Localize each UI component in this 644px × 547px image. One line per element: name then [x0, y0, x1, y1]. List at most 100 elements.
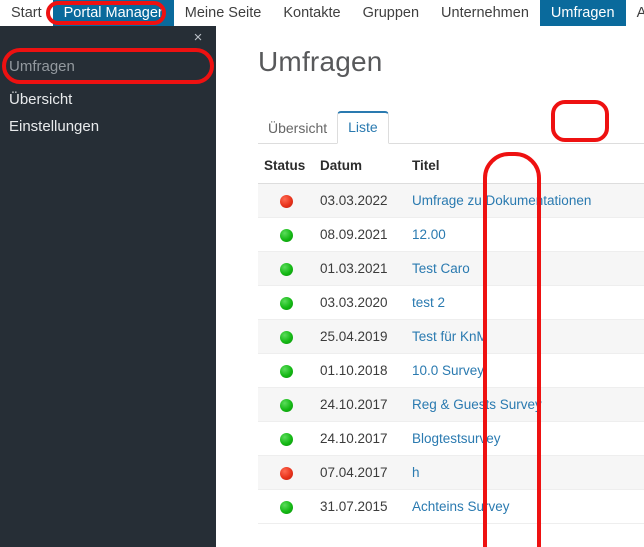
nav-item-gruppen[interactable]: Gruppen — [352, 0, 430, 26]
survey-table-wrapper: Status Datum Titel 03.03.2022 Umfrage zu … — [258, 154, 644, 524]
cell-status — [258, 353, 314, 388]
app-root: Start Portal Manager Meine Seite Kontakt… — [0, 0, 644, 547]
cell-titel: 12.00 — [406, 217, 644, 252]
table-row[interactable]: 03.03.2022 Umfrage zu Dokumentationen — [258, 183, 644, 218]
cell-titel: Reg & Guests Survey — [406, 387, 644, 422]
cell-status — [258, 183, 314, 218]
nav-item-label: Apps — [636, 5, 644, 21]
survey-title-link[interactable]: Blogtestsurvey — [412, 431, 501, 446]
tab-uebersicht[interactable]: Übersicht — [258, 113, 337, 144]
cell-datum: 08.09.2021 — [314, 217, 406, 252]
cell-status — [258, 217, 314, 252]
sidebar-menu: Übersicht Einstellungen — [0, 86, 216, 140]
cell-datum: 24.10.2017 — [314, 387, 406, 422]
table-row[interactable]: 07.04.2017 h — [258, 455, 644, 490]
status-dot-red-icon — [279, 466, 293, 480]
page-title: Umfragen — [258, 46, 383, 77]
status-dot-green-icon — [279, 364, 293, 378]
nav-item-label: Gruppen — [362, 5, 420, 21]
survey-title-link[interactable]: Test Caro — [412, 261, 470, 276]
cell-datum: 03.03.2020 — [314, 285, 406, 320]
cell-status — [258, 387, 314, 422]
column-header-status[interactable]: Status — [258, 154, 314, 184]
cell-datum: 03.03.2022 — [314, 183, 406, 218]
nav-item-label: Meine Seite — [184, 5, 262, 21]
table-header-row: Status Datum Titel — [258, 154, 644, 184]
status-dot-red-icon — [279, 194, 293, 208]
status-dot-green-icon — [279, 432, 293, 446]
nav-item-unternehmen[interactable]: Unternehmen — [430, 0, 540, 26]
table-row[interactable]: 24.10.2017 Reg & Guests Survey — [258, 387, 644, 422]
table-row[interactable]: 01.10.2018 10.0 Survey — [258, 353, 644, 388]
survey-title-link[interactable]: Umfrage zu Dokumentationen — [412, 193, 591, 208]
tab-bar: Übersicht Liste — [258, 110, 644, 144]
table-row[interactable]: 01.03.2021 Test Caro — [258, 251, 644, 286]
cell-status — [258, 251, 314, 286]
table-row[interactable]: 24.10.2017 Blogtestsurvey — [258, 421, 644, 456]
tab-liste[interactable]: Liste — [337, 111, 389, 144]
cell-titel: Test für KnM — [406, 319, 644, 354]
cell-datum: 07.04.2017 — [314, 455, 406, 490]
cell-status — [258, 455, 314, 490]
table-row[interactable]: 25.04.2019 Test für KnM — [258, 319, 644, 354]
cell-datum: 25.04.2019 — [314, 319, 406, 354]
nav-item-label: Start — [11, 5, 42, 21]
survey-title-link[interactable]: 12.00 — [412, 227, 446, 242]
cell-status — [258, 489, 314, 524]
nav-item-label: Umfragen — [550, 5, 615, 21]
cell-datum: 31.07.2015 — [314, 489, 406, 524]
sidebar-item-einstellungen[interactable]: Einstellungen — [0, 113, 216, 140]
column-header-titel[interactable]: Titel — [406, 154, 644, 184]
top-navigation-bar: Start Portal Manager Meine Seite Kontakt… — [0, 0, 644, 26]
sidebar-item-label: Einstellungen — [9, 118, 100, 135]
nav-item-kontakte[interactable]: Kontakte — [272, 0, 351, 26]
cell-titel: 10.0 Survey — [406, 353, 644, 388]
table-row[interactable]: 03.03.2020 test 2 — [258, 285, 644, 320]
cell-datum: 01.10.2018 — [314, 353, 406, 388]
nav-item-start[interactable]: Start — [0, 0, 53, 26]
cell-titel: h — [406, 455, 644, 490]
cell-titel: Achteins Survey — [406, 489, 644, 524]
cell-titel: Test Caro — [406, 251, 644, 286]
status-dot-green-icon — [279, 228, 293, 242]
table-body: 03.03.2022 Umfrage zu Dokumentationen 08.0… — [258, 183, 644, 524]
survey-title-link[interactable]: Reg & Guests Survey — [412, 397, 542, 412]
sidebar-panel: × Umfragen Übersicht Einstellungen — [0, 26, 216, 547]
status-dot-green-icon — [279, 330, 293, 344]
status-dot-green-icon — [279, 500, 293, 514]
status-dot-green-icon — [279, 262, 293, 276]
cell-titel: Umfrage zu Dokumentationen — [406, 183, 644, 218]
nav-item-label: Kontakte — [283, 5, 341, 21]
status-dot-green-icon — [279, 296, 293, 310]
tab-label: Übersicht — [268, 120, 328, 136]
close-icon[interactable]: × — [190, 30, 206, 46]
cell-titel: Blogtestsurvey — [406, 421, 644, 456]
cell-status — [258, 285, 314, 320]
cell-titel: test 2 — [406, 285, 644, 320]
cell-status — [258, 421, 314, 456]
nav-item-meine-seite[interactable]: Meine Seite — [174, 0, 273, 26]
nav-item-portal-manager[interactable]: Portal Manager — [52, 0, 174, 26]
cell-datum: 01.03.2021 — [314, 251, 406, 286]
survey-title-link[interactable]: test 2 — [412, 295, 445, 310]
table-row[interactable]: 08.09.2021 12.00 — [258, 217, 644, 252]
nav-item-umfragen[interactable]: Umfragen — [539, 0, 626, 26]
nav-item-apps[interactable]: Apps — [626, 0, 644, 26]
sidebar-heading: Umfragen — [9, 58, 75, 75]
main-content: Umfragen Übersicht Liste Status Datum Ti… — [216, 26, 644, 547]
survey-title-link[interactable]: h — [412, 465, 420, 480]
table-row[interactable]: 31.07.2015 Achteins Survey — [258, 489, 644, 524]
table-head: Status Datum Titel — [258, 154, 644, 184]
survey-table: Status Datum Titel 03.03.2022 Umfrage zu … — [258, 154, 644, 524]
cell-datum: 24.10.2017 — [314, 421, 406, 456]
survey-title-link[interactable]: Achteins Survey — [412, 499, 510, 514]
nav-item-label: Unternehmen — [441, 5, 529, 21]
nav-item-label: Portal Manager — [63, 5, 163, 21]
status-dot-green-icon — [279, 398, 293, 412]
survey-title-link[interactable]: Test für KnM — [412, 329, 488, 344]
column-header-datum[interactable]: Datum — [314, 154, 406, 184]
tab-label: Liste — [348, 119, 378, 135]
sidebar-item-label: Übersicht — [9, 91, 73, 108]
survey-title-link[interactable]: 10.0 Survey — [412, 363, 484, 378]
sidebar-item-uebersicht[interactable]: Übersicht — [0, 86, 216, 113]
